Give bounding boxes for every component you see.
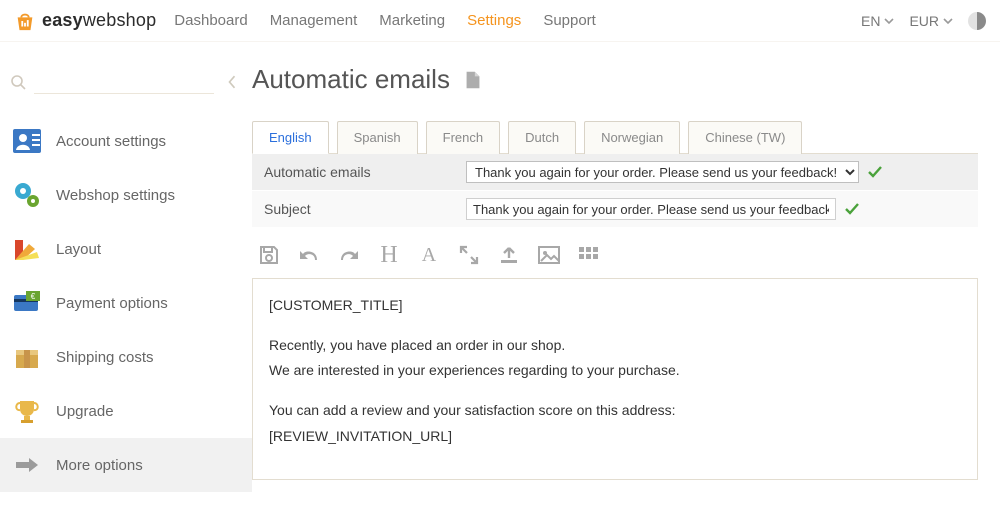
sidebar: Account settings Webshop settings Layout € P… <box>0 42 252 492</box>
fontsize-icon: A <box>422 245 436 265</box>
subject-input[interactable] <box>466 198 836 220</box>
main-content: Automatic emails EnglishSpanishFrenchDut… <box>252 42 1000 492</box>
lang-tab-chinese-tw-[interactable]: Chinese (TW) <box>688 121 802 154</box>
lang-tab-spanish[interactable]: Spanish <box>337 121 418 154</box>
sidebar-item-label: Layout <box>56 241 101 258</box>
heading-button[interactable]: H <box>376 242 402 268</box>
gears-icon <box>12 180 42 210</box>
chevron-down-icon <box>942 15 954 27</box>
grid-icon <box>578 246 600 264</box>
language-switcher[interactable]: EN <box>861 13 895 29</box>
grid-button[interactable] <box>576 242 602 268</box>
nav-marketing[interactable]: Marketing <box>379 12 445 29</box>
nav-settings[interactable]: Settings <box>467 12 521 29</box>
form-label: Subject <box>252 191 466 227</box>
sidebar-item-label: Account settings <box>56 133 166 150</box>
redo-icon <box>337 244 361 266</box>
undo-button[interactable] <box>296 242 322 268</box>
form-label: Automatic emails <box>252 154 466 190</box>
lang-tab-english[interactable]: English <box>252 121 329 154</box>
email-body-editor[interactable]: [CUSTOMER_TITLE] Recently, you have place… <box>252 278 978 480</box>
editor-line: [REVIEW_INVITATION_URL] <box>269 426 961 448</box>
sidebar-collapse-toggle[interactable] <box>224 70 240 94</box>
brand-logo[interactable]: easywebshop <box>14 10 156 32</box>
trophy-icon <box>12 396 42 426</box>
sidebar-item-layout[interactable]: Layout <box>0 222 252 276</box>
top-nav: easywebshop Dashboard Management Marketing… <box>0 0 1000 42</box>
automatic-emails-select[interactable]: Thank you again for your order. Please s… <box>466 161 859 183</box>
lang-tab-french[interactable]: French <box>426 121 500 154</box>
image-button[interactable] <box>536 242 562 268</box>
heading-icon: H <box>380 243 397 267</box>
language-tabs: EnglishSpanishFrenchDutchNorwegianChines… <box>252 121 978 154</box>
chevron-down-icon <box>883 15 895 27</box>
undo-icon <box>297 244 321 266</box>
card-icon: € <box>12 288 42 318</box>
arrow-icon <box>12 450 42 480</box>
chevron-left-icon <box>227 73 237 91</box>
fullscreen-icon <box>458 244 480 266</box>
sidebar-item-label: More options <box>56 457 143 474</box>
primary-nav: Dashboard Management Marketing Settings Supp… <box>174 12 596 29</box>
sidebar-item-shipping-costs[interactable]: Shipping costs <box>0 330 252 384</box>
sidebar-item-label: Webshop settings <box>56 187 175 204</box>
sidebar-item-payment-options[interactable]: € Payment options <box>0 276 252 330</box>
redo-button[interactable] <box>336 242 362 268</box>
save-icon <box>257 243 281 267</box>
document-icon <box>462 69 484 91</box>
check-icon <box>867 164 883 180</box>
upload-icon <box>498 244 520 266</box>
sidebar-item-label: Payment options <box>56 295 168 312</box>
sidebar-item-label: Shipping costs <box>56 349 154 366</box>
brand-text: easywebshop <box>42 10 156 31</box>
fontsize-button[interactable]: A <box>416 242 442 268</box>
fullscreen-button[interactable] <box>456 242 482 268</box>
sidebar-search-input[interactable] <box>34 70 214 94</box>
lang-tab-norwegian[interactable]: Norwegian <box>584 121 680 154</box>
editor-toolbar: H A <box>252 228 978 278</box>
theme-toggle[interactable] <box>968 12 986 30</box>
sidebar-item-account-settings[interactable]: Account settings <box>0 114 252 168</box>
editor-line: We are interested in your experiences re… <box>269 360 961 382</box>
image-icon <box>537 245 561 265</box>
sidebar-item-more-options[interactable]: More options <box>0 438 252 492</box>
check-icon <box>844 201 860 217</box>
form-row-template-select: Automatic emails Thank you again for you… <box>252 154 978 191</box>
account-icon <box>12 126 42 156</box>
editor-line: [CUSTOMER_TITLE] <box>269 295 961 317</box>
save-button[interactable] <box>256 242 282 268</box>
swatches-icon <box>12 234 42 264</box>
nav-management[interactable]: Management <box>270 12 358 29</box>
page-title: Automatic emails <box>252 64 978 95</box>
editor-line: Recently, you have placed an order in ou… <box>269 335 961 357</box>
lang-tab-dutch[interactable]: Dutch <box>508 121 576 154</box>
nav-support[interactable]: Support <box>543 12 596 29</box>
upload-button[interactable] <box>496 242 522 268</box>
sidebar-item-webshop-settings[interactable]: Webshop settings <box>0 168 252 222</box>
sidebar-item-upgrade[interactable]: Upgrade <box>0 384 252 438</box>
brand-mark-icon <box>14 10 36 32</box>
email-form: Automatic emails Thank you again for you… <box>252 153 978 228</box>
form-row-subject: Subject <box>252 191 978 228</box>
search-icon <box>10 74 26 90</box>
svg-text:€: € <box>31 292 36 301</box>
nav-dashboard[interactable]: Dashboard <box>174 12 247 29</box>
box-icon <box>12 342 42 372</box>
currency-switcher[interactable]: EUR <box>909 13 954 29</box>
top-right-controls: EN EUR <box>861 12 986 30</box>
sidebar-item-label: Upgrade <box>56 403 114 420</box>
editor-line: You can add a review and your satisfacti… <box>269 400 961 422</box>
